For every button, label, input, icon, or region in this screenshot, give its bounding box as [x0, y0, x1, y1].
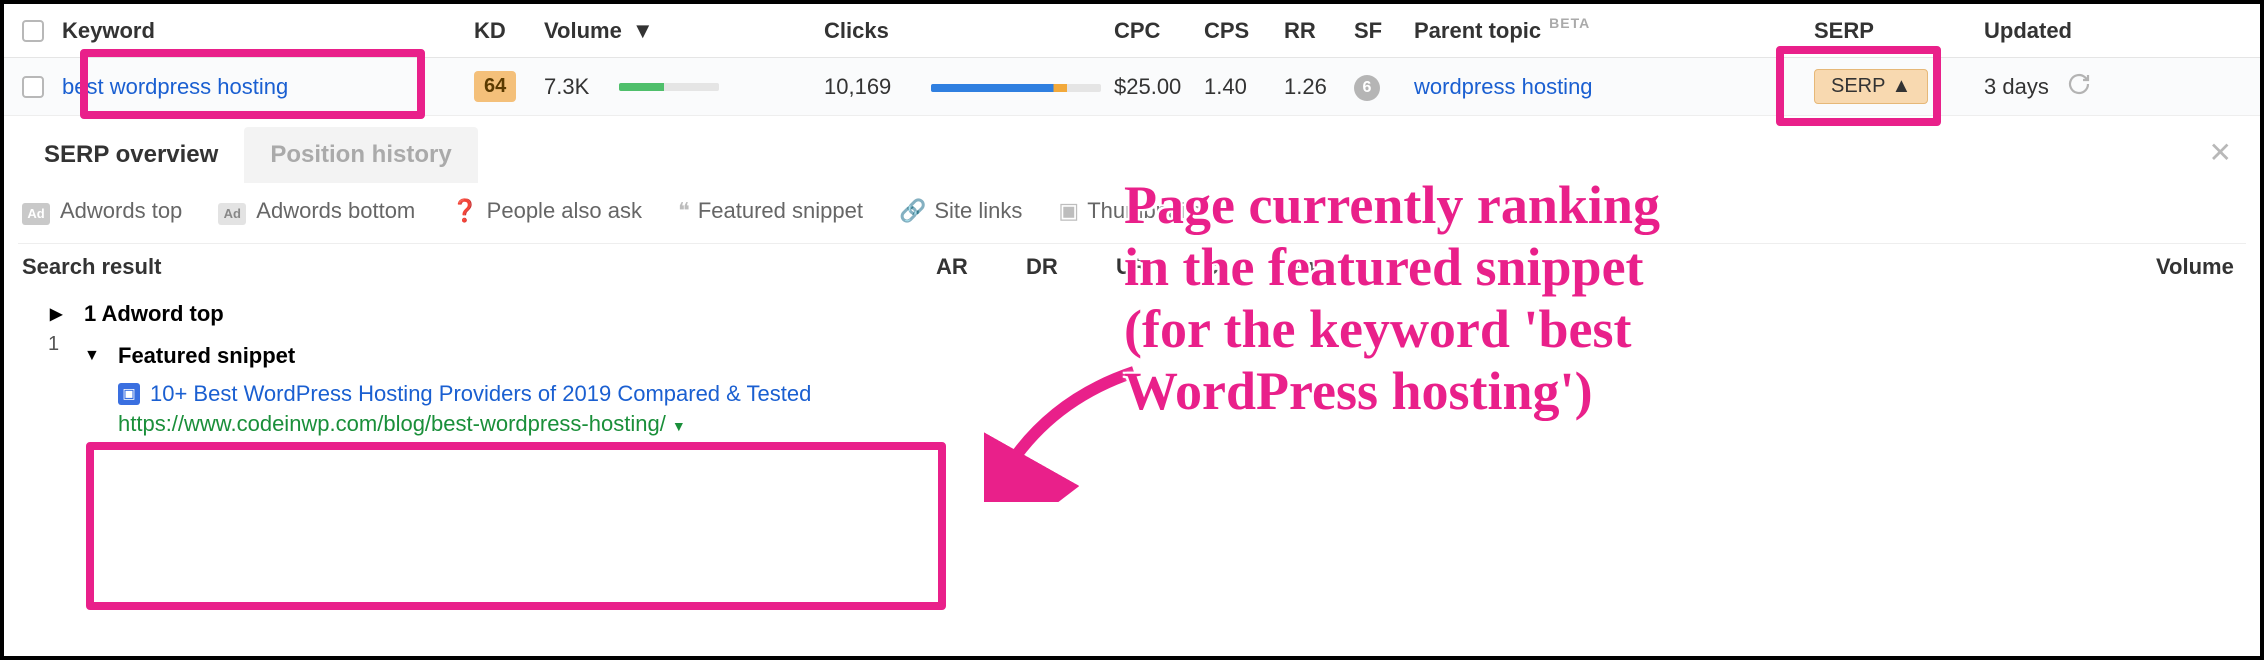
refresh-icon[interactable]: [2067, 72, 2091, 102]
adword-row-label: 1 Adword top: [84, 301, 224, 327]
col-updated[interactable]: Updated: [1984, 18, 2124, 44]
serp-btn-label: SERP: [1831, 75, 1885, 98]
filter-featured-snippet[interactable]: ❝Featured snippet: [678, 198, 863, 224]
serp-toggle-button[interactable]: SERP ▲: [1814, 69, 1928, 104]
col-ur[interactable]: UR: [1116, 254, 1206, 280]
ad-icon: Ad: [22, 203, 50, 225]
tab-position-history[interactable]: Position history: [244, 127, 477, 183]
panel-tabs: SERP overview Position history ✕: [18, 122, 2246, 188]
serp-overview-panel: SERP overview Position history ✕ AdAdwor…: [4, 122, 2260, 445]
question-icon: ❓: [451, 198, 478, 223]
col-keyword[interactable]: Keyword: [62, 18, 474, 44]
caret-up-icon: ▲: [1891, 75, 1911, 98]
cps-value: 1.40: [1204, 74, 1284, 100]
col-parent-topic-label: Parent topic: [1414, 18, 1541, 44]
col-result-volume[interactable]: Volume: [2156, 254, 2246, 280]
featured-snippet-row[interactable]: ▼ Featured snippet: [18, 333, 2246, 375]
col-clicks[interactable]: Clicks: [824, 18, 1114, 44]
updated-value: 3 days: [1984, 74, 2049, 100]
col-rr[interactable]: RR: [1284, 18, 1354, 44]
filter-site-links[interactable]: 🔗Site links: [899, 198, 1022, 224]
col-ar[interactable]: AR: [936, 254, 1026, 280]
snippet-title-text: 10+ Best WordPress Hosting Providers of …: [150, 381, 811, 407]
filter-thumbnails[interactable]: ▣Thumbnails: [1058, 198, 1201, 224]
kd-badge: 64: [474, 71, 516, 102]
expand-icon: ▶: [50, 304, 62, 324]
highlight-featured-snippet: [86, 442, 946, 610]
volume-value: 7.3K: [544, 74, 589, 100]
snippet-url-text: https://www.codeinwp.com/blog/best-wordp…: [118, 411, 666, 436]
rr-value: 1.26: [1284, 74, 1354, 100]
col-sf[interactable]: SF: [1354, 18, 1414, 44]
snippet-result-url[interactable]: https://www.codeinwp.com/blog/best-wordp…: [18, 409, 2246, 445]
close-icon[interactable]: ✕: [2209, 136, 2232, 169]
collapse-icon: ▼: [84, 347, 100, 365]
col-cpc[interactable]: CPC: [1114, 18, 1204, 44]
link-icon: 🔗: [899, 198, 926, 223]
image-result-icon: ▣: [118, 383, 140, 405]
clicks-bar: [931, 84, 1101, 92]
results-header-label: Search result: [18, 254, 936, 280]
col-cps[interactable]: CPS: [1204, 18, 1284, 44]
ad-icon: Ad: [218, 203, 246, 225]
filter-adwords-bottom[interactable]: AdAdwords bottom: [218, 198, 415, 225]
adword-top-row[interactable]: ▶ 1 Adword top: [18, 291, 2246, 333]
col-cl[interactable]: cl: [1206, 254, 1296, 280]
keyword-row: best wordpress hosting 64 7.3K 10,169 $2…: [4, 58, 2260, 116]
filter-adwords-top[interactable]: AdAdwords top: [22, 198, 182, 225]
cpc-value: $25.00: [1114, 74, 1204, 100]
filter-people-also-ask[interactable]: ❓People also ask: [451, 198, 642, 224]
quote-icon: ❝: [678, 198, 690, 223]
result-position: 1: [48, 333, 59, 356]
featured-snippet-heading: Featured snippet: [118, 343, 295, 369]
image-icon: ▣: [1058, 198, 1079, 223]
col-parent-topic[interactable]: Parent topic BETA: [1414, 18, 1814, 44]
col-kd[interactable]: KD: [474, 18, 544, 44]
serp-feature-filters: AdAdwords top AdAdwords bottom ❓People a…: [18, 188, 2246, 243]
sort-desc-icon: ▼: [632, 18, 654, 44]
sf-badge: 6: [1354, 75, 1380, 101]
caret-down-icon: ▼: [672, 418, 686, 434]
tab-serp-overview[interactable]: SERP overview: [18, 127, 244, 183]
row-checkbox[interactable]: [22, 76, 44, 98]
parent-topic-link[interactable]: wordpress hosting: [1414, 74, 1593, 100]
select-all-checkbox[interactable]: [22, 20, 44, 42]
volume-bar: [619, 83, 719, 91]
col-serp[interactable]: SERP: [1814, 18, 1984, 44]
keyword-link[interactable]: best wordpress hosting: [62, 74, 288, 99]
col-m[interactable]: m: [1296, 254, 1386, 280]
snippet-result-title[interactable]: ▣ 10+ Best WordPress Hosting Providers o…: [18, 375, 2246, 409]
beta-badge: BETA: [1549, 15, 1590, 31]
results-header: Search result AR DR UR cl m Volume: [18, 243, 2246, 291]
clicks-value: 10,169: [824, 74, 891, 99]
col-dr[interactable]: DR: [1026, 254, 1116, 280]
col-volume-label: Volume: [544, 18, 622, 44]
col-volume[interactable]: Volume ▼: [544, 18, 824, 44]
table-header: Keyword KD Volume ▼ Clicks CPC CPS RR SF…: [4, 4, 2260, 58]
